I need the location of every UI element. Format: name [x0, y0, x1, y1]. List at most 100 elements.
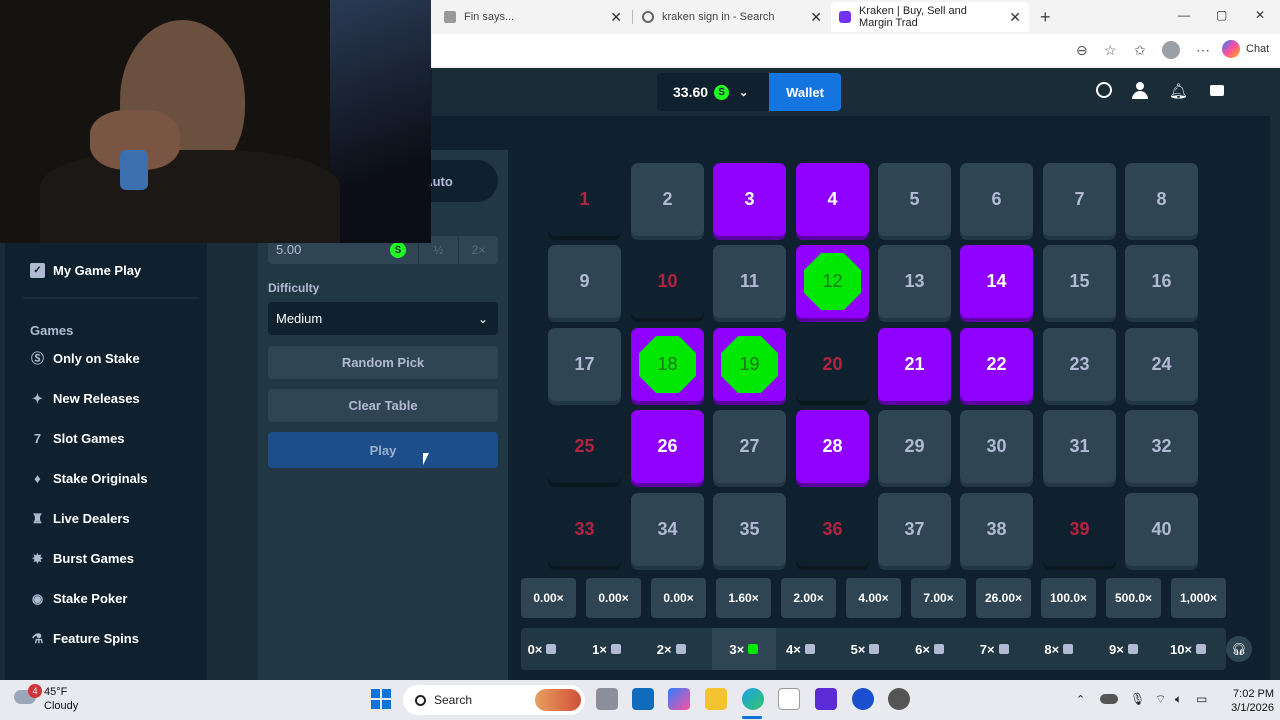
- edge-icon[interactable]: [742, 688, 764, 710]
- close-tab-icon[interactable]: ✕: [610, 9, 622, 26]
- keno-tile[interactable]: 5: [878, 163, 951, 236]
- keno-tile-drawn[interactable]: 20: [796, 328, 869, 401]
- browser-tab-active[interactable]: Kraken | Buy, Sell and Margin Trad ✕: [831, 2, 1029, 32]
- close-tab-icon[interactable]: ✕: [810, 9, 822, 26]
- browser-tab[interactable]: Fin says... ✕: [436, 4, 630, 30]
- keno-tile[interactable]: 23: [1043, 328, 1116, 401]
- keno-tile-drawn[interactable]: 36: [796, 493, 869, 566]
- keno-tile[interactable]: 8: [1125, 163, 1198, 236]
- sidebar-item-live-dealers[interactable]: ♜ Live Dealers: [30, 511, 130, 526]
- browser-tab[interactable]: kraken sign in - Search ✕: [634, 4, 830, 30]
- random-pick-button[interactable]: Random Pick: [268, 346, 498, 379]
- keno-tile-selected[interactable]: 22: [960, 328, 1033, 401]
- sidebar-item-my-game-play[interactable]: ✓ My Game Play: [30, 263, 141, 278]
- keno-tile[interactable]: 37: [878, 493, 951, 566]
- clock-date[interactable]: 3/1/2026: [1222, 702, 1274, 714]
- sidebar-item-stake-poker[interactable]: ◉ Stake Poker: [30, 591, 128, 606]
- keno-tile[interactable]: 27: [713, 410, 786, 483]
- close-window-icon[interactable]: ✕: [1255, 8, 1265, 22]
- keno-tile[interactable]: 31: [1043, 410, 1116, 483]
- keno-tile-selected[interactable]: 21: [878, 328, 951, 401]
- keno-tile-selected[interactable]: 28: [796, 410, 869, 483]
- profile-icon[interactable]: [1162, 41, 1180, 59]
- keno-tile-selected[interactable]: 14: [960, 245, 1033, 318]
- chevron-up-icon[interactable]: ⌃: [1076, 693, 1085, 706]
- balance-selector[interactable]: 33.60 S ⌄: [657, 73, 769, 111]
- page-scrollbar[interactable]: [1270, 68, 1280, 680]
- double-bet-button[interactable]: 2×: [458, 236, 498, 264]
- hit-count-label: 4×: [785, 641, 801, 657]
- keno-tile[interactable]: 15: [1043, 245, 1116, 318]
- notification-bell-icon[interactable]: 🔔︎: [1169, 82, 1188, 100]
- keno-tile[interactable]: 38: [960, 493, 1033, 566]
- keno-tile-hit[interactable]: 12: [796, 245, 869, 318]
- keno-tile[interactable]: 9: [548, 245, 621, 318]
- keno-tile[interactable]: 30: [960, 410, 1033, 483]
- sidebar-item-new-releases[interactable]: ✦ New Releases: [30, 391, 140, 406]
- minimize-icon[interactable]: —: [1178, 8, 1190, 22]
- keno-tile-selected[interactable]: 4: [796, 163, 869, 236]
- chat-icon[interactable]: [1210, 85, 1224, 96]
- keno-tile-drawn[interactable]: 33: [548, 493, 621, 566]
- keno-tile[interactable]: 34: [631, 493, 704, 566]
- microphone-icon[interactable]: 🎙︎: [1130, 692, 1145, 706]
- keno-tile-drawn[interactable]: 39: [1043, 493, 1116, 566]
- weather-widget[interactable]: 4: [14, 684, 42, 708]
- close-tab-icon[interactable]: ✕: [1009, 9, 1021, 26]
- keno-tile-drawn[interactable]: 25: [548, 410, 621, 483]
- store-icon[interactable]: [778, 688, 800, 710]
- favorites-icon[interactable]: ✩: [1134, 42, 1146, 59]
- address-bar[interactable]: [432, 34, 1280, 66]
- keno-tile[interactable]: 6: [960, 163, 1033, 236]
- reader-icon[interactable]: ⊖: [1076, 42, 1088, 59]
- more-icon[interactable]: ⋯: [1196, 42, 1210, 59]
- clear-table-button[interactable]: Clear Table: [268, 389, 498, 422]
- keno-tile-hit[interactable]: 19: [713, 328, 786, 401]
- keno-tile[interactable]: 32: [1125, 410, 1198, 483]
- sidebar-item-feature-spins[interactable]: ⚗ Feature Spins: [30, 631, 139, 646]
- difficulty-select[interactable]: Medium ⌄: [268, 302, 498, 335]
- copilot-chat-button[interactable]: Chat: [1222, 40, 1269, 58]
- keno-tile[interactable]: 24: [1125, 328, 1198, 401]
- wallet-button[interactable]: Wallet: [769, 73, 841, 111]
- wifi-icon[interactable]: ⌔: [1155, 692, 1166, 707]
- windows-start-icon[interactable]: [371, 689, 391, 709]
- maximize-icon[interactable]: ▢: [1216, 8, 1227, 22]
- keno-tile-drawn[interactable]: 10: [631, 245, 704, 318]
- keno-tile-hit[interactable]: 18: [631, 328, 704, 401]
- sidebar-item-stake-originals[interactable]: ♦ Stake Originals: [30, 471, 147, 486]
- battery-icon[interactable]: ▭: [1196, 692, 1207, 706]
- copilot-app-icon[interactable]: [668, 688, 690, 710]
- onedrive-icon[interactable]: [1100, 694, 1118, 704]
- keno-tile[interactable]: 2: [631, 163, 704, 236]
- obsidian-icon[interactable]: [815, 688, 837, 710]
- sidebar-item-slot-games[interactable]: 7 Slot Games: [30, 431, 125, 446]
- keno-tile-selected[interactable]: 3: [713, 163, 786, 236]
- hp-icon[interactable]: [852, 688, 874, 710]
- keno-tile[interactable]: 11: [713, 245, 786, 318]
- keno-tile[interactable]: 35: [713, 493, 786, 566]
- keno-tile[interactable]: 13: [878, 245, 951, 318]
- task-view-icon[interactable]: [596, 688, 618, 710]
- keno-tile[interactable]: 7: [1043, 163, 1116, 236]
- new-tab-icon[interactable]: +: [1040, 7, 1051, 28]
- file-explorer-icon[interactable]: [705, 688, 727, 710]
- keno-tile-drawn[interactable]: 1: [548, 163, 621, 236]
- user-icon[interactable]: [1132, 82, 1148, 100]
- sidebar-item-only-on-stake[interactable]: Ⓢ Only on Stake: [30, 351, 140, 366]
- taskbar-search[interactable]: Search: [403, 685, 585, 715]
- star-icon[interactable]: ☆: [1104, 42, 1117, 59]
- keno-tile-selected[interactable]: 26: [631, 410, 704, 483]
- volume-icon[interactable]: 🔈︎: [1175, 692, 1182, 707]
- clock-time[interactable]: 7:02 PM: [1222, 688, 1274, 700]
- keno-tile[interactable]: 16: [1125, 245, 1198, 318]
- keno-tile[interactable]: 17: [548, 328, 621, 401]
- keno-tile[interactable]: 40: [1125, 493, 1198, 566]
- support-headset-icon[interactable]: 🎧︎: [1226, 636, 1252, 662]
- outlook-icon[interactable]: [632, 688, 654, 710]
- obs-icon[interactable]: [888, 688, 910, 710]
- sidebar-item-burst-games[interactable]: ✸ Burst Games: [30, 551, 134, 566]
- search-icon[interactable]: [1096, 82, 1112, 98]
- keno-tile[interactable]: 29: [878, 410, 951, 483]
- play-button[interactable]: Play: [268, 432, 498, 468]
